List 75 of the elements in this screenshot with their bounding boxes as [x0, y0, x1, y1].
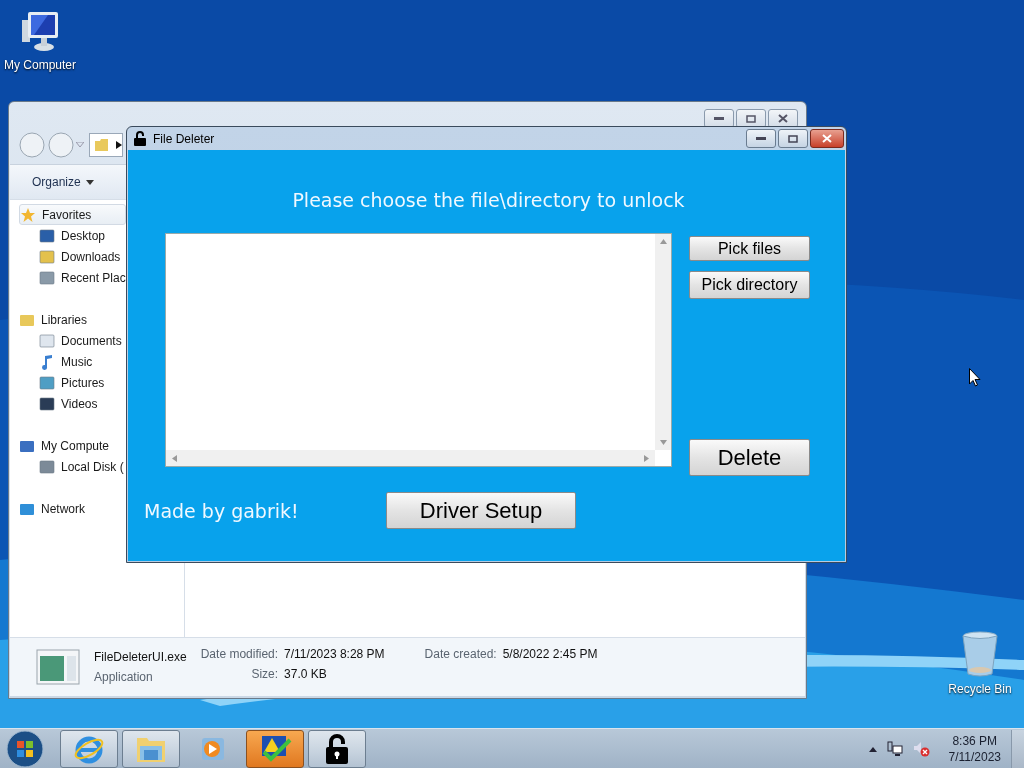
nav-icon: [39, 332, 55, 349]
desktop-icon-label[interactable]: My Computer: [4, 58, 76, 72]
show-hidden-icons-icon[interactable]: [868, 746, 877, 752]
minimize-icon: [714, 116, 724, 121]
window-title: File Deleter: [153, 131, 216, 146]
nav-item[interactable]: My Compute: [19, 435, 110, 456]
vertical-scrollbar[interactable]: [655, 234, 671, 450]
nav-item[interactable]: Local Disk (: [19, 456, 124, 477]
nav-icon: [39, 248, 55, 265]
nav-icon: [39, 269, 55, 286]
detail-label: Date created:: [424, 647, 497, 661]
nav-item[interactable]: Libraries: [19, 309, 88, 330]
padlock-icon: [325, 734, 349, 764]
nav-item[interactable]: Videos: [19, 393, 98, 414]
nav-item[interactable]: Network: [19, 498, 85, 519]
padlock-icon: [134, 131, 146, 146]
file-type: Application: [94, 670, 154, 684]
scroll-up-icon[interactable]: [659, 239, 667, 244]
show-desktop-button[interactable]: [1011, 730, 1024, 768]
organize-button[interactable]: Organize: [24, 171, 102, 193]
address-field[interactable]: [89, 133, 123, 157]
nav-icon: [39, 374, 55, 391]
chevron-icon: [116, 141, 122, 149]
nav-icon: [20, 206, 36, 223]
back-button[interactable]: [18, 131, 46, 159]
close-icon: [778, 114, 788, 123]
nav-icon: [39, 395, 55, 412]
scroll-left-icon[interactable]: [172, 454, 177, 462]
volume-muted-icon[interactable]: [912, 741, 931, 757]
recycle-bin-icon[interactable]: [960, 630, 1000, 678]
driver-setup-button[interactable]: Driver Setup: [386, 492, 576, 529]
detail-value: 5/8/2022 2:45 PM: [502, 647, 598, 661]
scroll-right-icon[interactable]: [644, 454, 649, 462]
caret-icon: [85, 179, 94, 185]
clock-time: 8:36 PM: [952, 734, 998, 748]
nav-item[interactable]: Desktop: [19, 225, 106, 246]
detail-label: Date modified:: [200, 647, 279, 661]
folder-icon: [94, 137, 110, 153]
clock-date: 7/11/2023: [948, 750, 1001, 764]
taskbar-button[interactable]: [308, 730, 366, 768]
delete-button[interactable]: Delete: [689, 439, 810, 476]
maximize-icon: [746, 114, 756, 123]
cursor-icon: [969, 368, 981, 387]
nav-icon: [39, 227, 55, 244]
forward-button[interactable]: [47, 131, 75, 159]
history-caret-icon[interactable]: [76, 142, 84, 148]
instruction-text: Please choose the file\directory to unlock: [291, 189, 686, 213]
network-icon[interactable]: [886, 741, 903, 757]
nav-item[interactable]: Recent Plac: [19, 267, 126, 288]
pick-button[interactable]: Pick directory: [689, 271, 810, 299]
close-button[interactable]: [810, 129, 844, 148]
close-icon: [821, 134, 833, 143]
clock[interactable]: 8:36 PM 7/11/2023: [948, 734, 1001, 764]
scroll-down-icon[interactable]: [659, 440, 667, 445]
nav-item[interactable]: Music: [19, 351, 93, 372]
media-player-icon: [199, 735, 227, 763]
file-name: FileDeleterUI.exe: [94, 650, 187, 664]
nav-item[interactable]: Favorites: [19, 204, 126, 225]
start-button[interactable]: [5, 729, 45, 768]
nav-icon: [39, 353, 55, 370]
detail-value: 37.0 KB: [284, 667, 328, 681]
maximize-button[interactable]: [778, 129, 808, 148]
nav-icon: [39, 458, 55, 475]
nav-item[interactable]: Downloads: [19, 246, 121, 267]
detail-value: 7/11/2023 8:28 PM: [284, 647, 385, 661]
application-icon: [36, 649, 80, 685]
maximize-icon: [788, 134, 798, 143]
horizontal-scrollbar[interactable]: [166, 450, 655, 466]
minimize-button[interactable]: [746, 129, 776, 148]
nav-item[interactable]: Documents: [19, 330, 122, 351]
minimize-icon: [756, 136, 766, 141]
credit-text: Made by gabrik!: [144, 500, 300, 522]
detail-label: Size:: [250, 667, 279, 681]
nav-item[interactable]: Pictures: [19, 372, 105, 393]
pick-button[interactable]: Pick files: [689, 236, 810, 261]
